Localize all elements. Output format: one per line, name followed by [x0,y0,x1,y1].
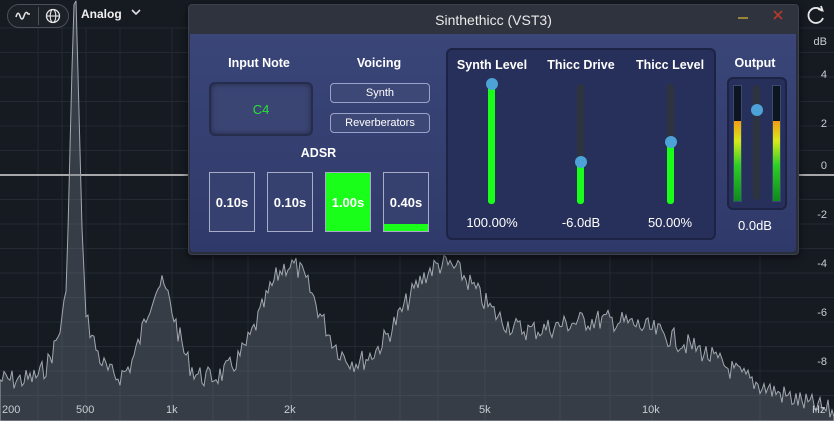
adsr-sustain-value: 1.00s [331,194,365,210]
minimize-button[interactable] [737,10,751,24]
synth-level-label: Synth Level [456,58,528,72]
adsr-label: ADSR [300,146,337,160]
voicing-label: Voicing [356,56,402,70]
input-note-label: Input Note [228,56,290,70]
db-label: 0 [820,160,827,172]
adsr-release-box[interactable]: 0.40s [383,172,429,232]
adsr-decay-box[interactable]: 0.10s [267,172,313,232]
level-sliders-panel: Synth Level 100.00% Thicc Drive -6.0dB T… [446,48,716,240]
hz-label: 2k [284,404,296,416]
synth-level-fill [488,84,495,204]
output-value: 0.0dB [738,218,772,233]
hz-label: 1k [166,404,178,416]
plugin-title: Sinthethicc (VST3) [435,12,552,28]
plugin-titlebar[interactable]: Sinthethicc (VST3) [189,5,798,34]
chevron-down-icon[interactable] [131,5,141,19]
synth-level-knob[interactable] [485,78,498,90]
meter-left-fill [734,120,741,201]
thicc-level-fill [667,141,674,204]
output-panel [727,77,787,210]
thicc-level-label: Thicc Level [635,58,705,72]
hz-label: 500 [76,404,95,416]
thicc-drive-value: -6.0dB [561,215,601,230]
adsr-attack-value: 0.10s [215,194,249,210]
output-knob[interactable] [750,104,763,117]
toggle-divider [38,7,39,25]
hz-label: Hz [812,404,826,416]
db-label: -6 [817,307,827,319]
db-label: dB [813,36,827,48]
waveform-icon[interactable] [10,6,36,26]
hz-label: 5k [479,404,491,416]
db-label: -4 [817,258,827,270]
db-label: 2 [820,118,827,130]
output-meter-left [733,85,742,202]
analyzer-mode-label[interactable]: Analog [81,7,122,21]
voicing-reverberators-button[interactable]: Reverberators [330,113,430,133]
output-slider[interactable] [750,85,763,200]
hz-label: 200 [2,404,21,416]
voicing-synth-button[interactable]: Synth [330,83,430,103]
thicc-level-slider[interactable] [664,84,677,204]
close-button[interactable] [772,9,786,23]
thicc-drive-label: Thicc Drive [547,58,615,72]
adsr-attack-box[interactable]: 0.10s [209,172,255,232]
thicc-drive-knob[interactable] [574,156,587,168]
thicc-drive-fill [577,162,584,204]
adsr-release-value: 0.40s [389,194,423,210]
plugin-window: Sinthethicc (VST3) Input Note C4 Voicing… [188,4,799,255]
db-label: -2 [817,209,827,221]
globe-icon[interactable] [40,6,66,26]
adsr-sustain-box[interactable]: 1.00s [325,172,371,232]
input-note-display[interactable]: C4 [209,82,313,136]
view-toggle-group [7,4,69,28]
thicc-level-knob[interactable] [664,135,677,148]
db-label: -8 [817,356,827,368]
plugin-body: Input Note C4 Voicing Synth Reverberator… [190,34,796,252]
synth-level-value: 100.00% [466,215,518,230]
refresh-icon[interactable] [804,3,828,27]
output-label: Output [734,56,776,70]
adsr-release-fill [384,224,428,231]
output-meter-right [772,85,781,202]
thicc-drive-slider[interactable] [574,84,587,204]
thicc-level-value: 50.00% [647,215,693,230]
db-label: 4 [820,69,827,81]
adsr-decay-value: 0.10s [273,194,307,210]
synth-level-slider[interactable] [485,78,498,204]
hz-label: 10k [642,404,660,416]
meter-right-fill [773,120,780,201]
